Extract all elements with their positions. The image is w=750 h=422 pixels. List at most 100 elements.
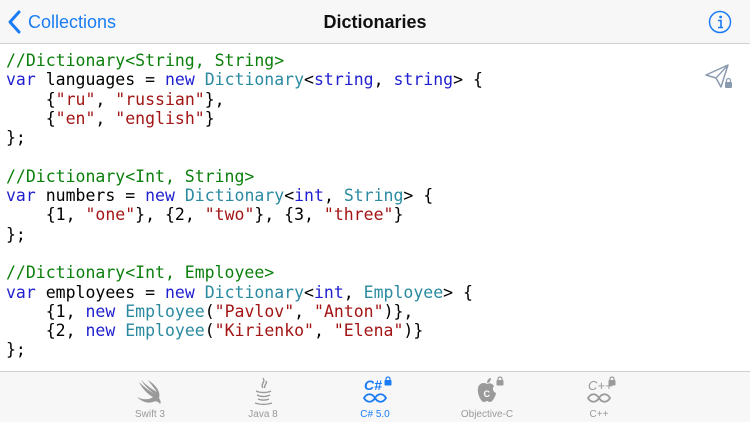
code-token-comment: //Dictionary<Int, String>	[6, 166, 255, 186]
code-token-plain: <	[284, 186, 295, 206]
code-token-string: "russian"	[115, 89, 205, 109]
svg-text:C: C	[484, 389, 491, 399]
code-token-plain: {	[6, 108, 56, 128]
code-line: var numbers = new Dictionary<int, String…	[6, 186, 433, 205]
code-token-plain: numbers =	[35, 186, 146, 206]
code-token-comment: //Dictionary<String, String>	[6, 51, 285, 70]
code-token-keyword: string	[313, 70, 374, 90]
code-token-plain: > {	[453, 70, 483, 90]
svg-text:C#: C#	[364, 377, 382, 393]
code-token-plain: (	[204, 321, 215, 341]
code-token-plain: ,	[343, 282, 364, 302]
code-block: //Dictionary<String, String> var languag…	[6, 51, 483, 360]
code-token-keyword: int	[313, 282, 344, 302]
code-token-string: "Elena"	[333, 321, 404, 341]
lock-icon	[608, 376, 616, 386]
code-token-plain: employees =	[35, 282, 165, 302]
tab-java[interactable]: Java 8	[208, 372, 318, 422]
code-token-plain: ,	[314, 321, 334, 341]
paper-plane-icon	[705, 64, 732, 88]
code-line: };	[6, 128, 26, 147]
code-token-keyword: var	[6, 282, 36, 302]
code-token-type: Dictionary	[204, 282, 305, 302]
code-line: var employees = new Dictionary<int, Empl…	[6, 283, 473, 302]
swift-icon	[137, 380, 161, 404]
code-token-string: "two"	[204, 205, 255, 225]
code-token-keyword: var	[6, 70, 36, 90]
tab-csharp[interactable]: C# C# 5.0	[320, 372, 430, 422]
code-token-keyword: new	[164, 282, 195, 302]
code-line: //Dictionary<Int, String>	[6, 167, 254, 186]
code-token-plain: )},	[383, 301, 414, 321]
code-token-string: "ru"	[55, 89, 96, 109]
chevron-left-icon	[8, 10, 21, 34]
code-token-plain: }	[204, 108, 215, 128]
tab-objective-c[interactable]: C Objective-C	[432, 372, 542, 422]
code-token-string: "english"	[115, 108, 205, 128]
code-token-plain: ,	[95, 108, 116, 128]
code-token-string: "Anton"	[314, 301, 384, 321]
tab-cpp[interactable]: C++ C++	[544, 372, 654, 422]
code-token-plain: ,	[294, 301, 315, 321]
info-button[interactable]	[708, 10, 732, 34]
code-token-plain: ,	[95, 89, 116, 109]
code-line: {1, new Employee("Pavlov", "Anton")},	[6, 301, 414, 321]
code-token-type: Employee	[125, 301, 205, 321]
code-token-plain: )}	[403, 321, 424, 341]
code-line: {"ru", "russian"},	[6, 90, 225, 109]
lock-icon	[496, 376, 504, 386]
code-line: var languages = new Dictionary<string, s…	[6, 70, 483, 89]
code-token-comment: //Dictionary<Int, Employee>	[6, 263, 275, 283]
code-token-plain: <	[304, 282, 314, 302]
code-line: {"en", "english"}	[6, 109, 215, 128]
code-token-keyword: string	[393, 70, 454, 90]
info-icon	[708, 10, 732, 34]
tab-bar: Swift 3 Java 8 C# C# 5.0 C Objective-C C…	[0, 371, 750, 422]
code-token-type: Dictionary	[184, 186, 285, 206]
code-token-string: "three"	[323, 205, 394, 225]
code-token-type: Employee	[125, 321, 205, 341]
code-token-plain: ,	[373, 70, 394, 90]
code-token-keyword: new	[85, 301, 116, 321]
code-token-plain: ,	[323, 186, 344, 206]
code-token-keyword: var	[6, 186, 36, 206]
code-token-plain: {1,	[6, 205, 86, 225]
code-line: {2, new Employee("Kirienko", "Elena")}	[6, 321, 424, 341]
code-view[interactable]: //Dictionary<String, String> var languag…	[0, 45, 750, 371]
code-token-keyword: new	[164, 70, 195, 90]
code-token-type: String	[343, 186, 404, 206]
code-token-keyword: new	[145, 186, 175, 206]
back-button[interactable]: Collections	[8, 0, 116, 44]
code-token-plain: }, {3,	[254, 205, 324, 225]
code-token-plain: languages =	[35, 70, 165, 90]
java-icon	[254, 377, 273, 406]
code-line: };	[6, 225, 26, 244]
code-token-plain: };	[6, 224, 26, 244]
tab-swift[interactable]: Swift 3	[95, 372, 205, 422]
tab-label: Java 8	[248, 409, 278, 420]
code-token-string: "one"	[85, 205, 136, 225]
tab-label: C# 5.0	[360, 409, 390, 420]
code-token-keyword: new	[85, 321, 116, 341]
code-token-plain: };	[6, 128, 26, 148]
tab-label: Swift 3	[134, 409, 165, 420]
share-button[interactable]	[704, 63, 734, 91]
code-line: //Dictionary<Int, Employee>	[6, 263, 274, 282]
code-token-plain: {	[6, 89, 56, 109]
code-token-plain: > {	[443, 282, 473, 302]
code-token-plain: > {	[403, 186, 434, 206]
tab-label: Objective-C	[460, 409, 514, 420]
code-token-plain: {2,	[6, 321, 86, 341]
code-token-string: "en"	[55, 108, 96, 128]
code-line: };	[6, 340, 26, 359]
code-token-type: Employee	[363, 282, 444, 302]
code-token-plain: };	[6, 340, 26, 360]
code-line: //Dictionary<String, String>	[6, 51, 284, 70]
code-token-type: Dictionary	[204, 70, 305, 90]
navigation-bar: Collections Dictionaries	[0, 0, 750, 44]
